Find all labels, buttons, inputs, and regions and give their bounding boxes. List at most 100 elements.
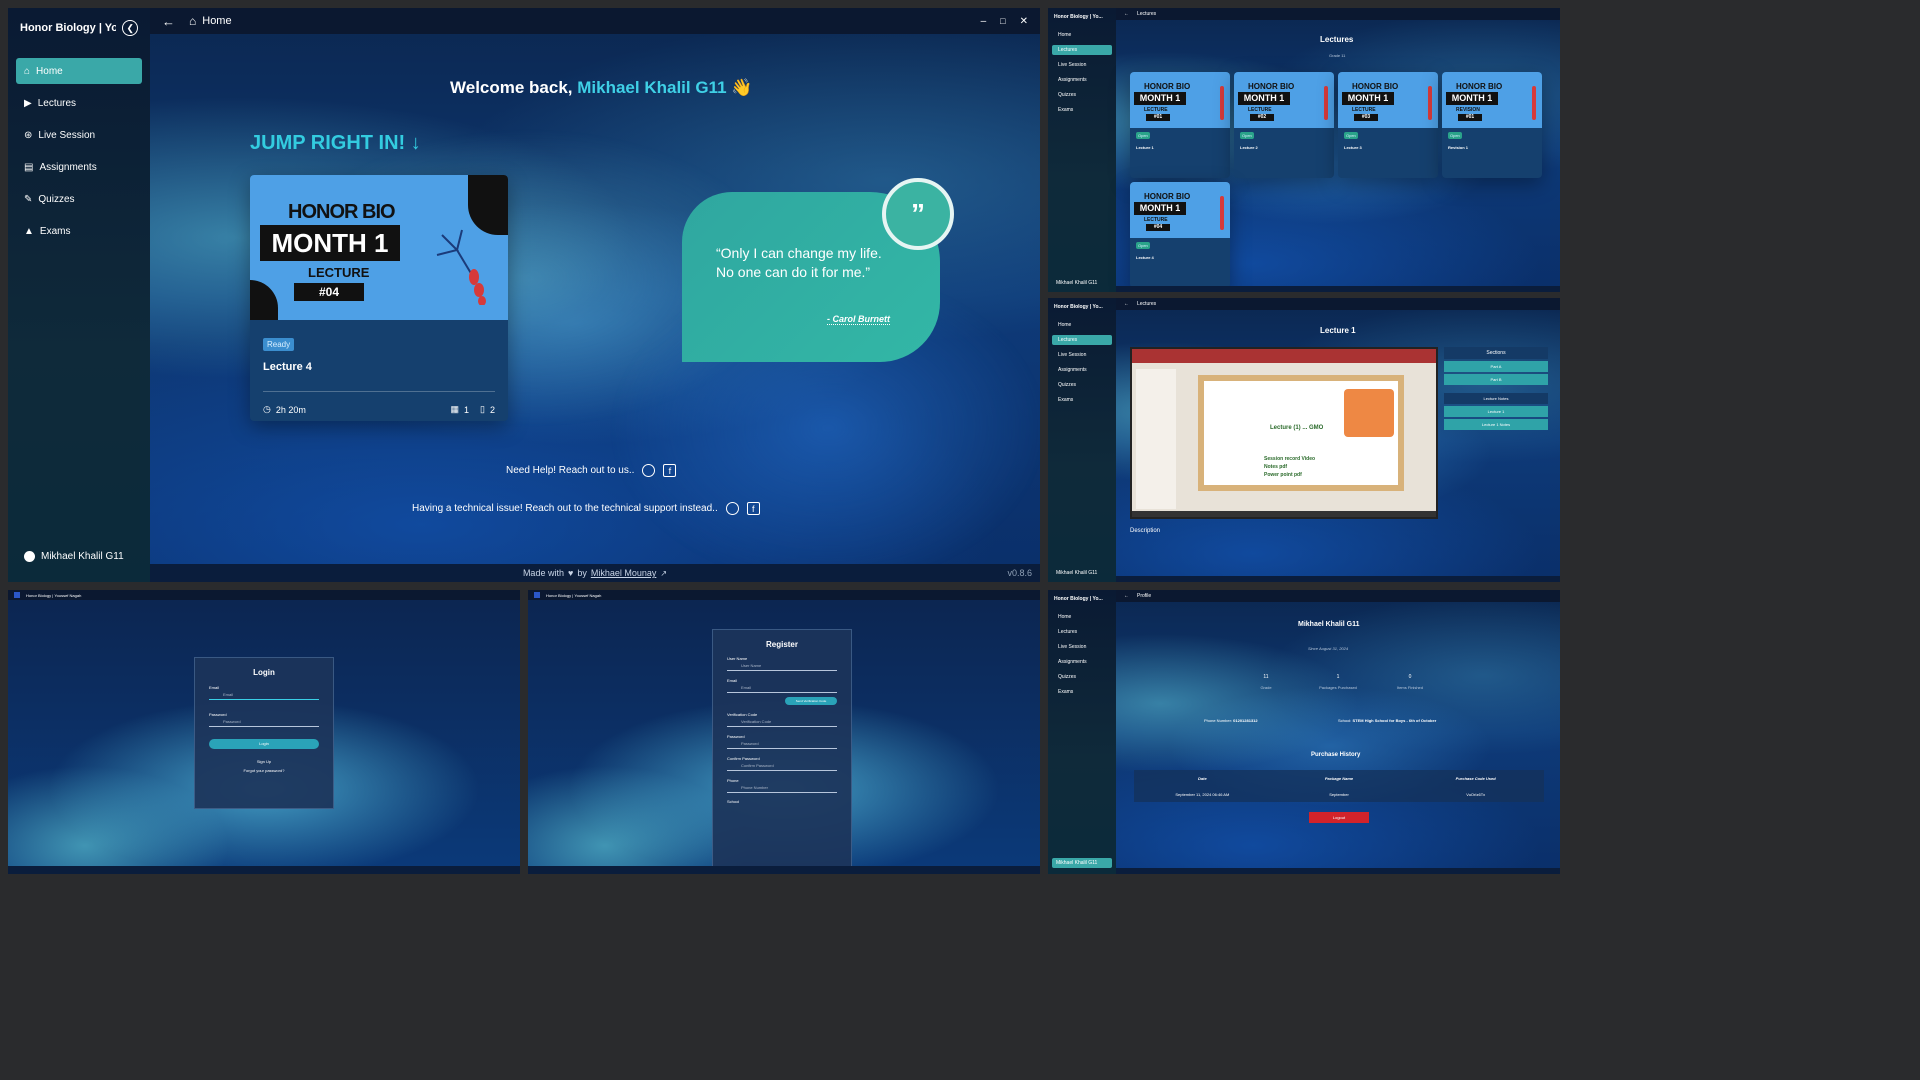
- lecture-card[interactable]: HONOR BIO MONTH 1 REVISION #01 Open Revi…: [1442, 72, 1542, 178]
- send-code-button[interactable]: Send Verification Code: [785, 697, 837, 705]
- sidebar-item-quizzes[interactable]: Quizzes: [1052, 672, 1112, 682]
- table-row: September 11, 2024 06:46 AM September Vu…: [1134, 786, 1544, 802]
- version: v0.8.6: [1007, 568, 1032, 578]
- whatsapp-icon[interactable]: [642, 464, 656, 477]
- sidebar-item-exams[interactable]: Exams: [1052, 105, 1112, 115]
- lecture-thumbnail: HONOR BIO MONTH 1 REVISION #01: [1442, 72, 1542, 128]
- facebook-icon[interactable]: f: [663, 464, 677, 477]
- titlebar: Honor Biology | Youssef Nagah: [8, 590, 520, 600]
- titlebar: ← ⌂ Home – □ ✕: [150, 8, 1040, 34]
- thumb-lecture: LECTURE: [308, 265, 370, 280]
- phone-info: Phone Number: 01201281312: [1204, 718, 1258, 723]
- sidebar-item-lectures[interactable]: ▶ Lectures: [16, 90, 142, 116]
- section-part-a[interactable]: Part A: [1444, 361, 1548, 372]
- jump-heading: JUMP RIGHT IN! ↓: [250, 132, 421, 155]
- sidebar-item-live-session[interactable]: Live Session: [1052, 60, 1112, 70]
- user-icon: [24, 551, 35, 562]
- section-item[interactable]: Lecture Notes: [1444, 393, 1548, 404]
- sidebar-item-assignments[interactable]: Assignments: [1052, 657, 1112, 667]
- back-arrow-icon[interactable]: ←: [1124, 301, 1129, 307]
- help-text: Need Help! Reach out to us..: [506, 465, 635, 476]
- sidebar-item-quizzes[interactable]: Quizzes: [1052, 380, 1112, 390]
- input-field[interactable]: Phone Number: [727, 783, 837, 793]
- sidebar-item-home[interactable]: Home: [1052, 320, 1112, 330]
- table-cell: September 11, 2024 06:46 AM: [1175, 791, 1230, 797]
- author-link[interactable]: Mikhael Mounay: [591, 568, 657, 578]
- thumb-number: #02: [1250, 114, 1274, 121]
- forgot-password-link[interactable]: Forgot your password?: [209, 768, 319, 773]
- login-button[interactable]: Login: [209, 739, 319, 749]
- sidebar-item-exams[interactable]: Exams: [1052, 687, 1112, 697]
- register-fields: User Name User Name Email Email Send Verif…: [727, 656, 837, 793]
- sidebar-item-lectures[interactable]: Lectures: [1052, 45, 1112, 55]
- sidebar-item-quizzes[interactable]: Quizzes: [1052, 90, 1112, 100]
- sidebar-item-assignments[interactable]: ▤ Assignments: [16, 154, 142, 180]
- minimize-icon[interactable]: –: [981, 16, 987, 27]
- sidebar-user[interactable]: Mikhael Khalil G11: [24, 551, 124, 562]
- titlebar: Honor Biology | Youssef Nagah: [528, 590, 1040, 600]
- input-field[interactable]: User Name: [727, 661, 837, 671]
- whatsapp-icon[interactable]: [725, 502, 739, 515]
- section-item[interactable]: Lecture 1: [1444, 406, 1548, 417]
- sidebar-item-live-session[interactable]: ⊛ Live Session: [16, 122, 142, 148]
- lecture-card[interactable]: HONOR BIO MONTH 1 LECTURE #04 Ready Lect…: [250, 175, 508, 421]
- footer-made: Made with: [522, 568, 564, 578]
- sidebar-item-quizzes[interactable]: ✎ Quizzes: [16, 186, 142, 212]
- user-name[interactable]: Mikhael Khalil G11: [1052, 858, 1112, 868]
- section-part-b[interactable]: Part B: [1444, 374, 1548, 385]
- lecture-card[interactable]: HONOR BIO MONTH 1 LECTURE #01 Open Lectu…: [1130, 72, 1230, 178]
- sidebar-item-home[interactable]: Home: [1052, 612, 1112, 622]
- lecture-card[interactable]: HONOR BIO MONTH 1 LECTURE #03 Open Lectu…: [1338, 72, 1438, 178]
- sidebar-item-live-session[interactable]: Live Session: [1052, 350, 1112, 360]
- history-title: Purchase History: [1311, 752, 1361, 758]
- maximize-icon[interactable]: □: [1000, 16, 1005, 26]
- user-name[interactable]: Mikhael Khalil G11: [1056, 280, 1097, 286]
- neuron-illustration: [1532, 86, 1536, 120]
- sidebar-item-exams[interactable]: ▲ Exams: [16, 218, 142, 244]
- collapse-sidebar-icon[interactable]: ❮: [122, 20, 138, 36]
- signup-link[interactable]: Sign Up: [209, 759, 319, 764]
- sidebar-item-label: Quizzes: [38, 193, 75, 205]
- sidebar-item-home[interactable]: ⌂ Home: [16, 58, 142, 84]
- lecture-card[interactable]: HONOR BIO MONTH 1 LECTURE #02 Open Lectu…: [1234, 72, 1334, 178]
- input-field[interactable]: Password: [727, 739, 837, 749]
- input-field[interactable]: Confirm Password: [727, 761, 837, 771]
- password-field[interactable]: Password: [209, 717, 319, 727]
- input-field[interactable]: Email: [727, 683, 837, 693]
- sidebar-item-exams[interactable]: Exams: [1052, 395, 1112, 405]
- back-arrow-icon[interactable]: ←: [1124, 593, 1129, 599]
- tab-title: Profile: [1137, 593, 1152, 599]
- stat-label: Grade: [1260, 685, 1272, 690]
- card-title: Lecture 4: [1136, 255, 1154, 260]
- lecture-card[interactable]: HONOR BIO MONTH 1 LECTURE #04 Open Lectu…: [1130, 182, 1230, 288]
- form-group: Verification Code Verification Code: [727, 712, 837, 727]
- section-item[interactable]: Lecture 1 Notes: [1444, 419, 1548, 430]
- tech-line: Having a technical issue! Reach out to t…: [412, 502, 760, 515]
- home-window: Honor Biology | Yo... ❮ ⌂ Home ▶ Lectures …: [8, 8, 1040, 582]
- sidebar-item-assignments[interactable]: Assignments: [1052, 365, 1112, 375]
- logout-button[interactable]: Logout: [1309, 812, 1369, 823]
- user-name[interactable]: Mikhael Khalil G11: [1056, 570, 1097, 576]
- email-field[interactable]: Email: [209, 690, 319, 700]
- close-icon[interactable]: ✕: [1020, 16, 1028, 27]
- sidebar-item-lectures[interactable]: Lectures: [1052, 627, 1112, 637]
- sections-icon: ▦: [450, 404, 460, 414]
- sidebar-item-assignments[interactable]: Assignments: [1052, 75, 1112, 85]
- sidebar-item-live-session[interactable]: Live Session: [1052, 642, 1112, 652]
- sidebar-item-home[interactable]: Home: [1052, 30, 1112, 40]
- video-player[interactable]: Lecture (1) ... GMO Session record Video…: [1130, 347, 1438, 519]
- back-arrow-icon[interactable]: ←: [162, 14, 175, 29]
- profile-name: Mikhael Khalil G11: [1298, 621, 1360, 628]
- back-arrow-icon[interactable]: ←: [1124, 11, 1129, 17]
- titlebar: ← Lectures: [1116, 8, 1560, 20]
- clipboard-icon: ▤: [24, 161, 34, 173]
- tab-title: Home: [202, 15, 232, 27]
- sidebar-item-lectures[interactable]: Lectures: [1052, 335, 1112, 345]
- card-title: Lecture 1: [1136, 145, 1154, 150]
- purchase-table: Date Package Name Purchase Code Used Sep…: [1134, 770, 1544, 802]
- login-window: Honor Biology | Youssef Nagah Login Emai…: [8, 590, 520, 874]
- facebook-icon[interactable]: f: [746, 502, 760, 515]
- welcome-text: Welcome back,: [450, 78, 578, 97]
- input-field[interactable]: Verification Code: [727, 717, 837, 727]
- thumb-kind: REVISION: [1456, 107, 1480, 113]
